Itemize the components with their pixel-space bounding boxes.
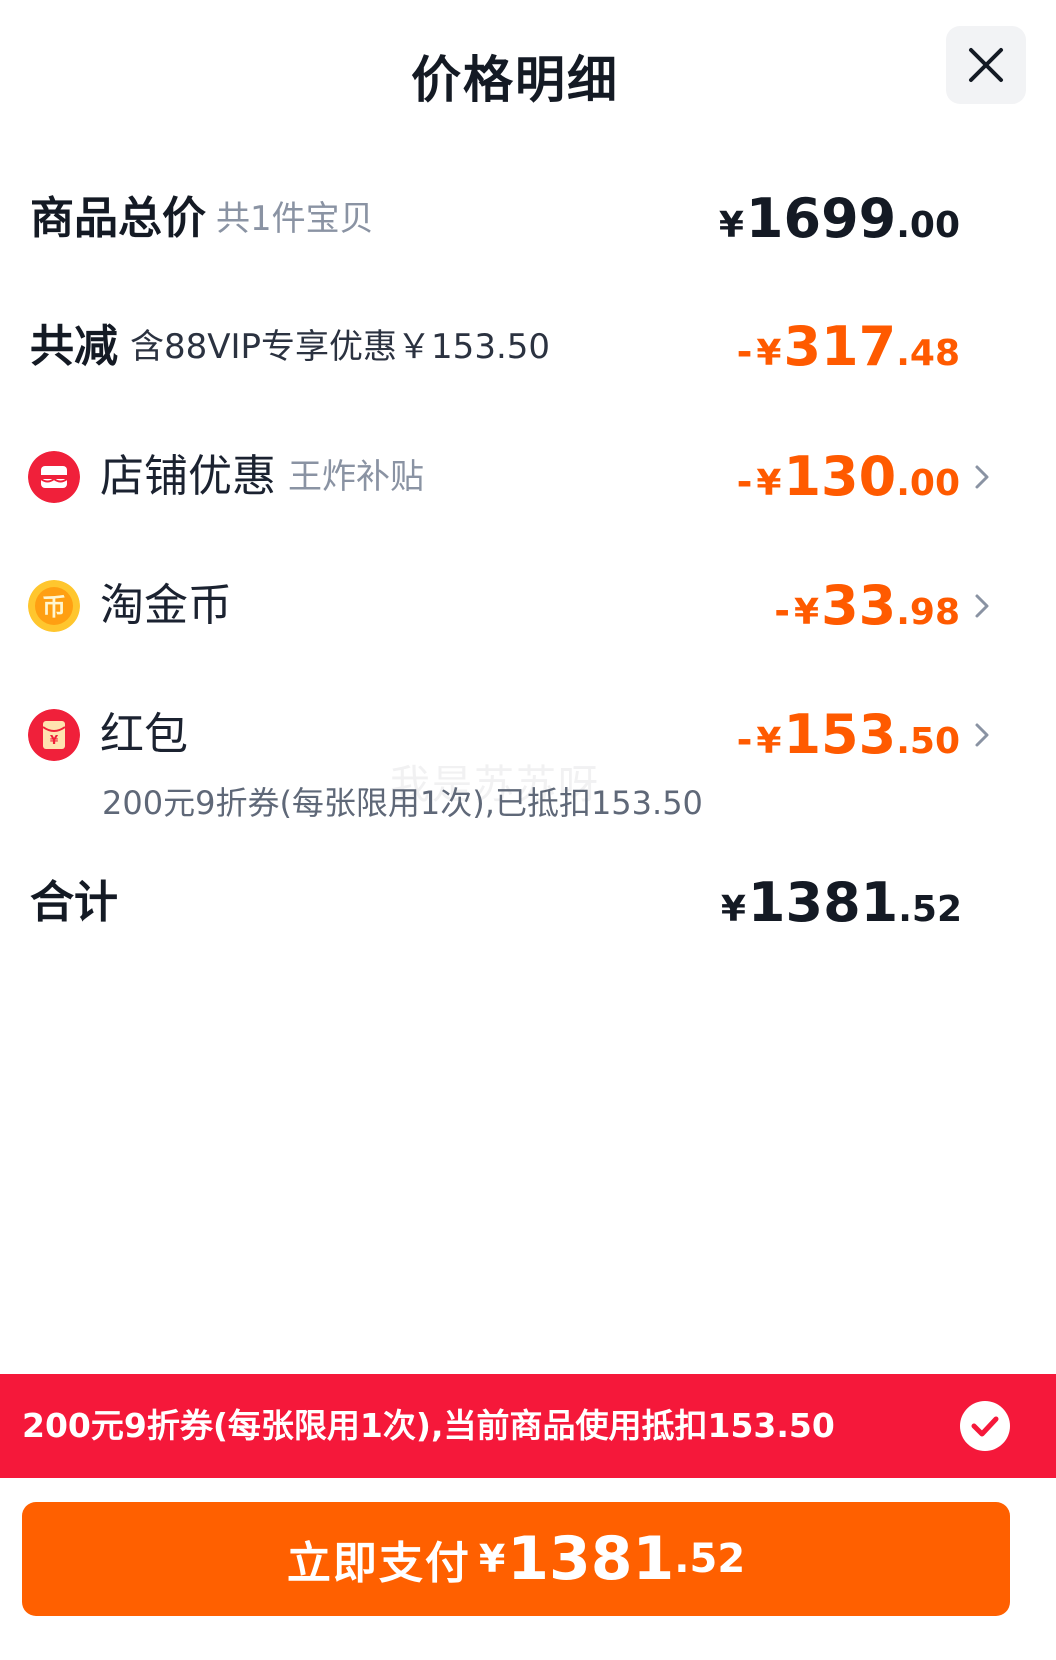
coin-icon: 币 (28, 580, 80, 632)
svg-text:¥: ¥ (50, 733, 59, 747)
shop-discount-label: 店铺优惠 (100, 451, 276, 502)
shop-icon (28, 451, 80, 503)
tao-coin-label: 淘金币 (100, 580, 232, 631)
row-total-goods: 商品总价 共1件宝贝 ¥1699.00 (0, 184, 1056, 254)
total-discount-label: 共减 (30, 321, 118, 372)
page-title: 价格明细 (411, 51, 619, 109)
check-icon (971, 1416, 999, 1437)
total-goods-amount: ¥1699.00 (718, 187, 960, 250)
svg-text:币: 币 (42, 593, 66, 621)
tao-coin-amount: -¥33.98 (774, 574, 960, 637)
row-shop-discount[interactable]: 店铺优惠 王炸补贴 -¥130.00 (0, 442, 1056, 512)
sum-amount: ¥1381.52 (720, 871, 962, 934)
close-icon (969, 48, 1003, 82)
shop-discount-amount: -¥130.00 (736, 445, 960, 508)
coupon-check-toggle[interactable] (960, 1401, 1010, 1451)
chevron-right-icon (975, 723, 989, 747)
coupon-banner[interactable]: 200元9折券(每张限用1次),当前商品使用抵扣153.50 (0, 1374, 1056, 1478)
close-button[interactable] (946, 26, 1026, 104)
chevron-right-icon (975, 594, 989, 618)
chevron-right-icon (975, 465, 989, 489)
vip-discount-note: 含88VIP专享优惠￥153.50 (130, 327, 551, 367)
pay-now-button[interactable]: 立即支付 ¥ 1381 .52 (22, 1502, 1010, 1616)
total-goods-label: 商品总价 (30, 193, 206, 244)
shop-discount-note: 王炸补贴 (288, 457, 424, 497)
red-packet-icon: ¥ (28, 709, 80, 761)
pay-amount-int: 1381 (507, 1524, 675, 1594)
pay-now-label: 立即支付 (286, 1538, 471, 1589)
pay-currency: ¥ (478, 1537, 506, 1581)
coupon-detail: 200元9折券(每张限用1次),已抵扣153.50 (102, 784, 703, 822)
coupon-banner-text: 200元9折券(每张限用1次),当前商品使用抵扣153.50 (22, 1406, 835, 1445)
row-sum: 合计 ¥1381.52 (0, 868, 1056, 938)
total-discount-amount: -¥317.48 (736, 315, 960, 378)
item-count: 共1件宝贝 (216, 199, 374, 239)
sum-label: 合计 (30, 877, 118, 928)
red-packet-amount: -¥153.50 (736, 703, 960, 766)
row-tao-coin[interactable]: 币 淘金币 -¥33.98 (0, 571, 1056, 641)
pay-amount-dec: .52 (674, 1536, 746, 1582)
row-total-discount: 共减 含88VIP专享优惠￥153.50 -¥317.48 (0, 312, 1056, 382)
price-detail-sheet: 价格明细 商品总价 共1件宝贝 ¥1699.00 共减 含88VIP专享优惠￥1… (0, 0, 1056, 1660)
red-packet-label: 红包 (100, 709, 188, 760)
